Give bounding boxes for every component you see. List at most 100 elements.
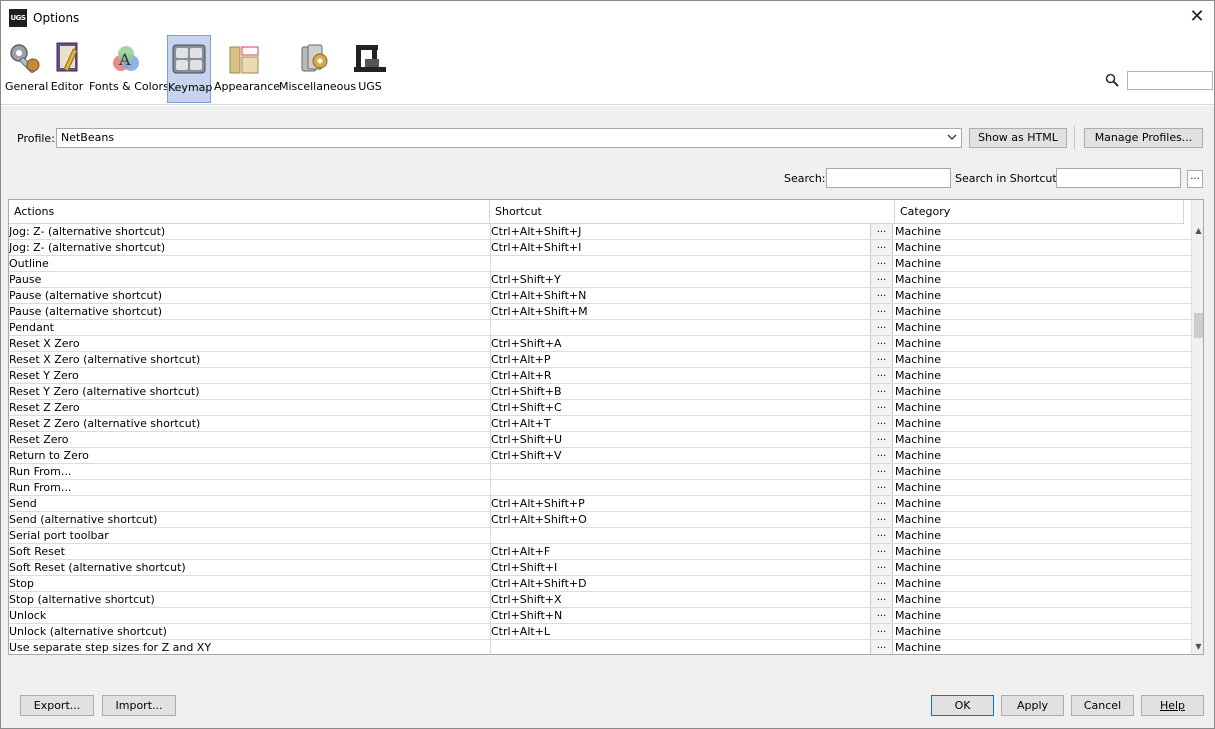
profile-dropdown[interactable]: NetBeans xyxy=(56,128,962,148)
edit-shortcut-button[interactable]: ... xyxy=(870,544,893,559)
category-general[interactable]: General xyxy=(5,35,48,103)
edit-shortcut-button[interactable]: ... xyxy=(870,352,893,367)
table-row[interactable]: Pause (alternative shortcut) Ctrl+Alt+Shi… xyxy=(9,304,1191,320)
category-appearance[interactable]: Appearance xyxy=(214,35,280,103)
shortcut-cell[interactable] xyxy=(490,480,870,495)
table-row[interactable]: Reset X Zero Ctrl+Shift+A... Machine xyxy=(9,336,1191,352)
table-row[interactable]: Pendant... Machine xyxy=(9,320,1191,336)
column-header-actions[interactable]: Actions xyxy=(9,200,490,224)
table-row[interactable]: Run From...... Machine xyxy=(9,480,1191,496)
table-row[interactable]: Outline... Machine xyxy=(9,256,1191,272)
edit-shortcut-button[interactable]: ... xyxy=(870,288,893,303)
table-row[interactable]: Serial port toolbar... Machine xyxy=(9,528,1191,544)
edit-shortcut-button[interactable]: ... xyxy=(870,512,893,527)
table-row[interactable]: Reset Z Zero Ctrl+Shift+C... Machine xyxy=(9,400,1191,416)
edit-shortcut-button[interactable]: ... xyxy=(870,400,893,415)
shortcut-record-button[interactable]: ... xyxy=(1187,170,1203,188)
table-row[interactable]: Soft Reset (alternative shortcut) Ctrl+Sh… xyxy=(9,560,1191,576)
table-row[interactable]: Reset Zero Ctrl+Shift+U... Machine xyxy=(9,432,1191,448)
table-row[interactable]: Run From...... Machine xyxy=(9,464,1191,480)
table-row[interactable]: Soft Reset Ctrl+Alt+F... Machine xyxy=(9,544,1191,560)
shortcut-cell[interactable]: Ctrl+Alt+Shift+O xyxy=(490,512,870,527)
table-row[interactable]: Send (alternative shortcut) Ctrl+Alt+Shif… xyxy=(9,512,1191,528)
manage-profiles-button[interactable]: Manage Profiles... xyxy=(1084,128,1203,148)
scrollbar-thumb[interactable] xyxy=(1194,313,1203,338)
shortcut-cell[interactable] xyxy=(490,256,870,271)
shortcut-cell[interactable]: Ctrl+Alt+F xyxy=(490,544,870,559)
vertical-scrollbar[interactable]: ▲ ▼ xyxy=(1191,200,1203,654)
edit-shortcut-button[interactable]: ... xyxy=(870,416,893,431)
help-button[interactable]: Help xyxy=(1141,695,1204,716)
table-row[interactable]: Unlock (alternative shortcut) Ctrl+Alt+L.… xyxy=(9,624,1191,640)
edit-shortcut-button[interactable]: ... xyxy=(870,640,893,654)
shortcut-cell[interactable]: Ctrl+Alt+L xyxy=(490,624,870,639)
shortcut-cell[interactable]: Ctrl+Shift+C xyxy=(490,400,870,415)
shortcut-cell[interactable]: Ctrl+Shift+X xyxy=(490,592,870,607)
shortcut-cell[interactable]: Ctrl+Alt+Shift+P xyxy=(490,496,870,511)
edit-shortcut-button[interactable]: ... xyxy=(870,432,893,447)
edit-shortcut-button[interactable]: ... xyxy=(870,496,893,511)
table-row[interactable]: Send Ctrl+Alt+Shift+P... Machine xyxy=(9,496,1191,512)
shortcut-cell[interactable]: Ctrl+Alt+T xyxy=(490,416,870,431)
edit-shortcut-button[interactable]: ... xyxy=(870,304,893,319)
edit-shortcut-button[interactable]: ... xyxy=(870,576,893,591)
search-input[interactable] xyxy=(826,168,951,188)
table-row[interactable]: Stop Ctrl+Alt+Shift+D... Machine xyxy=(9,576,1191,592)
table-row[interactable]: Pause (alternative shortcut) Ctrl+Alt+Shi… xyxy=(9,288,1191,304)
table-row[interactable]: Return to Zero Ctrl+Shift+V... Machine xyxy=(9,448,1191,464)
shortcut-cell[interactable]: Ctrl+Shift+I xyxy=(490,560,870,575)
shortcut-cell[interactable]: Ctrl+Alt+Shift+N xyxy=(490,288,870,303)
export-button[interactable]: Export... xyxy=(20,695,94,716)
table-row[interactable]: Unlock Ctrl+Shift+N... Machine xyxy=(9,608,1191,624)
table-row[interactable]: Jog: Z- (alternative shortcut) Ctrl+Alt+S… xyxy=(9,240,1191,256)
scroll-down-icon[interactable]: ▼ xyxy=(1192,640,1203,654)
shortcut-cell[interactable]: Ctrl+Shift+V xyxy=(490,448,870,463)
edit-shortcut-button[interactable]: ... xyxy=(870,464,893,479)
category-fonts-colors[interactable]: A Fonts & Colors xyxy=(89,35,169,103)
edit-shortcut-button[interactable]: ... xyxy=(870,384,893,399)
shortcut-cell[interactable]: Ctrl+Shift+U xyxy=(490,432,870,447)
options-search-input[interactable] xyxy=(1127,71,1213,90)
shortcut-cell[interactable]: Ctrl+Shift+B xyxy=(490,384,870,399)
shortcut-cell[interactable] xyxy=(490,464,870,479)
shortcut-cell[interactable]: Ctrl+Alt+P xyxy=(490,352,870,367)
column-header-shortcut[interactable]: Shortcut xyxy=(490,200,895,224)
edit-shortcut-button[interactable]: ... xyxy=(870,592,893,607)
table-row[interactable]: Pause Ctrl+Shift+Y... Machine xyxy=(9,272,1191,288)
category-keymap[interactable]: Keymap xyxy=(167,35,212,103)
import-button[interactable]: Import... xyxy=(102,695,176,716)
shortcut-cell[interactable]: Ctrl+Alt+Shift+I xyxy=(490,240,870,255)
category-editor[interactable]: Editor xyxy=(49,35,85,103)
edit-shortcut-button[interactable]: ... xyxy=(870,256,893,271)
table-row[interactable]: Stop (alternative shortcut) Ctrl+Shift+X.… xyxy=(9,592,1191,608)
table-row[interactable]: Reset Y Zero Ctrl+Alt+R... Machine xyxy=(9,368,1191,384)
edit-shortcut-button[interactable]: ... xyxy=(870,224,893,239)
edit-shortcut-button[interactable]: ... xyxy=(870,624,893,639)
search-in-shortcuts-input[interactable] xyxy=(1056,168,1181,188)
show-as-html-button[interactable]: Show as HTML xyxy=(969,128,1067,148)
table-row[interactable]: Reset Y Zero (alternative shortcut) Ctrl+… xyxy=(9,384,1191,400)
edit-shortcut-button[interactable]: ... xyxy=(870,480,893,495)
cancel-button[interactable]: Cancel xyxy=(1071,695,1134,716)
table-row[interactable]: Reset Z Zero (alternative shortcut) Ctrl+… xyxy=(9,416,1191,432)
category-miscellaneous[interactable]: Miscellaneous xyxy=(279,35,356,103)
scroll-up-icon[interactable]: ▲ xyxy=(1192,224,1203,238)
edit-shortcut-button[interactable]: ... xyxy=(870,320,893,335)
edit-shortcut-button[interactable]: ... xyxy=(870,560,893,575)
edit-shortcut-button[interactable]: ... xyxy=(870,448,893,463)
edit-shortcut-button[interactable]: ... xyxy=(870,368,893,383)
shortcut-cell[interactable] xyxy=(490,528,870,543)
shortcut-cell[interactable] xyxy=(490,640,870,654)
column-header-category[interactable]: Category xyxy=(895,200,1184,224)
edit-shortcut-button[interactable]: ... xyxy=(870,608,893,623)
shortcut-cell[interactable]: Ctrl+Shift+A xyxy=(490,336,870,351)
shortcut-cell[interactable]: Ctrl+Alt+Shift+M xyxy=(490,304,870,319)
table-row[interactable]: Reset X Zero (alternative shortcut) Ctrl+… xyxy=(9,352,1191,368)
edit-shortcut-button[interactable]: ... xyxy=(870,240,893,255)
shortcut-cell[interactable] xyxy=(490,320,870,335)
title-bar[interactable]: UGS Options ✕ xyxy=(1,1,1214,35)
category-ugs[interactable]: UGS xyxy=(353,35,387,103)
shortcut-cell[interactable]: Ctrl+Alt+Shift+D xyxy=(490,576,870,591)
edit-shortcut-button[interactable]: ... xyxy=(870,336,893,351)
edit-shortcut-button[interactable]: ... xyxy=(870,272,893,287)
